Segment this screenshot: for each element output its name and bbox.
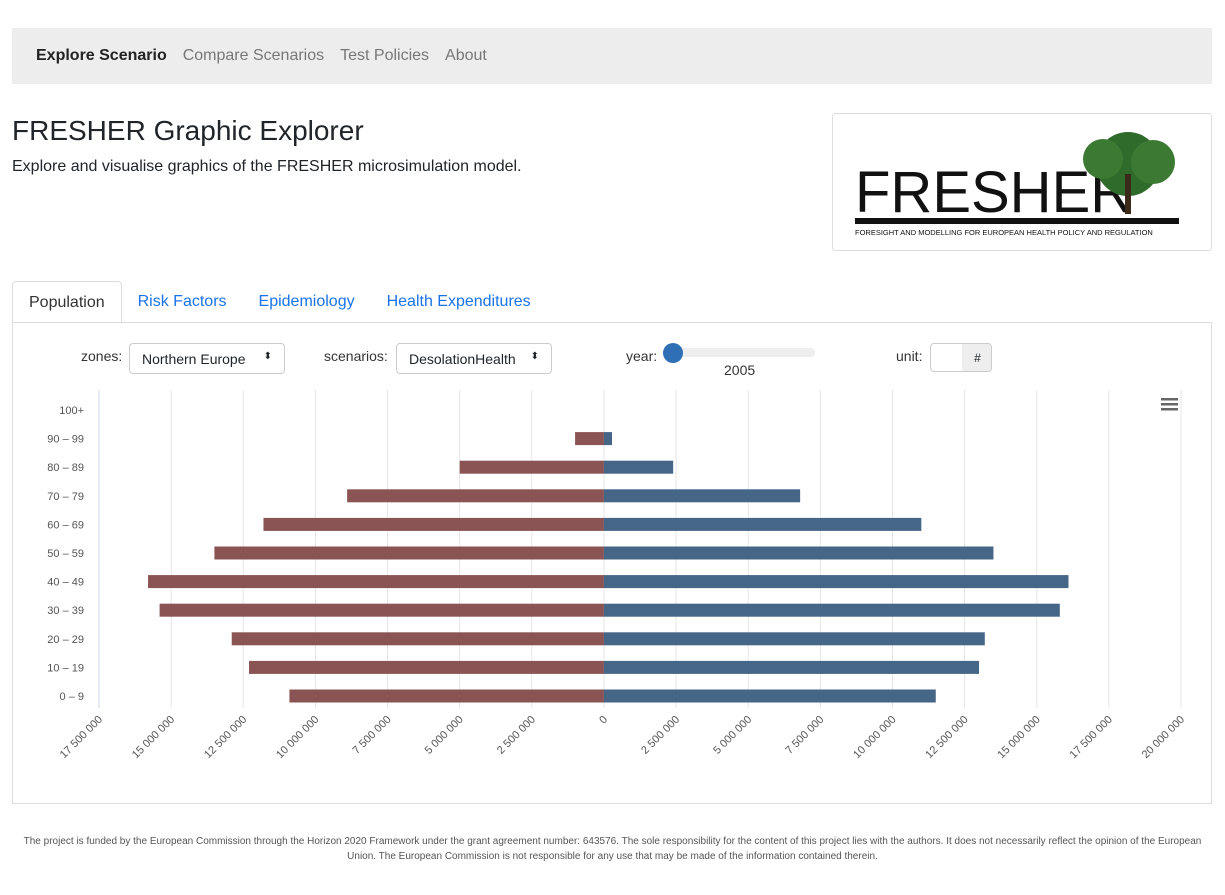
x-tick-label: 15 000 000: [995, 714, 1042, 761]
y-tick-label: 70 – 79: [47, 491, 84, 503]
x-tick-label: 17 500 000: [58, 714, 105, 761]
bar-left[interactable]: [148, 575, 604, 589]
y-tick-label: 10 – 19: [47, 662, 84, 674]
population-pyramid-chart: 100+ 90 – 99 80 – 89 70 – 79 60 – 69 50 – 59 4…: [47, 390, 1187, 761]
bar-left[interactable]: [231, 632, 604, 646]
tab-population[interactable]: Population: [12, 281, 122, 323]
y-tick-label: 20 – 29: [47, 634, 84, 646]
zones-select[interactable]: Northern Europe ⬍: [129, 343, 285, 374]
y-tick-label: 50 – 59: [47, 548, 84, 560]
nav-test-policies[interactable]: Test Policies: [340, 47, 429, 65]
svg-text:FORESIGHT AND MODELLING FOR EU: FORESIGHT AND MODELLING FOR EUROPEAN HEA…: [855, 228, 1153, 237]
year-label: year:: [626, 348, 658, 364]
bar-right[interactable]: [603, 546, 994, 560]
bar-left[interactable]: [289, 689, 604, 703]
x-tick-label: 7 500 000: [783, 714, 826, 757]
unit-value[interactable]: #: [962, 344, 991, 371]
y-tick-label: 80 – 89: [47, 462, 84, 474]
x-tick-label: 20 000 000: [1140, 714, 1187, 761]
x-tick-label: 15 000 000: [130, 714, 177, 761]
x-tick-label: 2 500 000: [495, 714, 538, 757]
nav-compare-scenarios[interactable]: Compare Scenarios: [183, 47, 324, 65]
nav-about[interactable]: About: [445, 47, 487, 65]
y-tick-label: 60 – 69: [47, 519, 84, 531]
bar-right[interactable]: [603, 517, 922, 531]
bar-right[interactable]: [603, 660, 980, 674]
x-tick-label: 5 000 000: [711, 714, 754, 757]
bar-left[interactable]: [214, 546, 604, 560]
y-tick-label: 90 – 99: [47, 434, 84, 446]
x-tick-label: 12 500 000: [202, 714, 249, 761]
fresher-logo: FRESHER FORESIGHT AND MODELLING FOR EURO…: [832, 113, 1212, 251]
footer-disclaimer: The project is funded by the European Co…: [23, 836, 1202, 862]
zones-label: zones:: [81, 348, 123, 364]
bar-right[interactable]: [603, 489, 801, 503]
navbar: Explore Scenario Compare Scenarios Test …: [12, 28, 1212, 84]
x-tick-label: 10 000 000: [274, 714, 321, 761]
x-tick-label: 0: [597, 714, 610, 727]
scenarios-label: scenarios:: [324, 348, 388, 364]
bar-left[interactable]: [575, 432, 604, 446]
bar-left[interactable]: [249, 660, 604, 674]
x-tick-label: 5 000 000: [423, 714, 466, 757]
page-title: FRESHER Graphic Explorer: [12, 115, 364, 146]
x-tick-label: 2 500 000: [639, 714, 682, 757]
bar-left[interactable]: [159, 603, 604, 617]
bar-left[interactable]: [263, 517, 604, 531]
y-tick-label: 40 – 49: [47, 577, 84, 589]
chart-menu-icon[interactable]: [1161, 398, 1178, 411]
bar-left[interactable]: [347, 489, 604, 503]
tab-risk-factors[interactable]: Risk Factors: [122, 281, 243, 323]
bar-right[interactable]: [603, 460, 674, 474]
year-value: 2005: [724, 362, 756, 378]
y-tick-label: 100+: [59, 405, 84, 417]
x-tick-label: 17 500 000: [1068, 714, 1115, 761]
select-arrows-icon: ⬍: [263, 351, 272, 362]
bar-left[interactable]: [459, 460, 604, 474]
x-tick-label: 10 000 000: [851, 714, 898, 761]
x-tick-label: 12 500 000: [923, 714, 970, 761]
zones-value: Northern Europe: [142, 351, 246, 367]
scenarios-value: DesolationHealth: [409, 351, 516, 367]
select-arrows-icon: ⬍: [530, 351, 539, 362]
x-tick-label: 7 500 000: [351, 714, 394, 757]
nav-explore-scenario[interactable]: Explore Scenario: [36, 47, 167, 65]
year-slider-track[interactable]: [672, 348, 815, 357]
y-tick-label: 0 – 9: [60, 691, 84, 703]
bar-right[interactable]: [603, 575, 1069, 589]
unit-label: unit:: [896, 348, 923, 364]
bar-right[interactable]: [603, 689, 936, 703]
year-slider-handle[interactable]: [663, 343, 683, 363]
bar-right[interactable]: [603, 632, 985, 646]
unit-toggle[interactable]: #: [930, 343, 992, 372]
tab-bar: Population Risk Factors Epidemiology Hea…: [12, 281, 547, 323]
scenarios-select[interactable]: DesolationHealth ⬍: [396, 343, 552, 374]
tab-epidemiology[interactable]: Epidemiology: [243, 281, 371, 323]
bar-right[interactable]: [603, 603, 1060, 617]
bar-right[interactable]: [603, 432, 613, 446]
tab-health-expenditures[interactable]: Health Expenditures: [371, 281, 547, 323]
y-tick-label: 30 – 39: [47, 605, 84, 617]
page-subtitle: Explore and visualise graphics of the FR…: [12, 158, 522, 175]
